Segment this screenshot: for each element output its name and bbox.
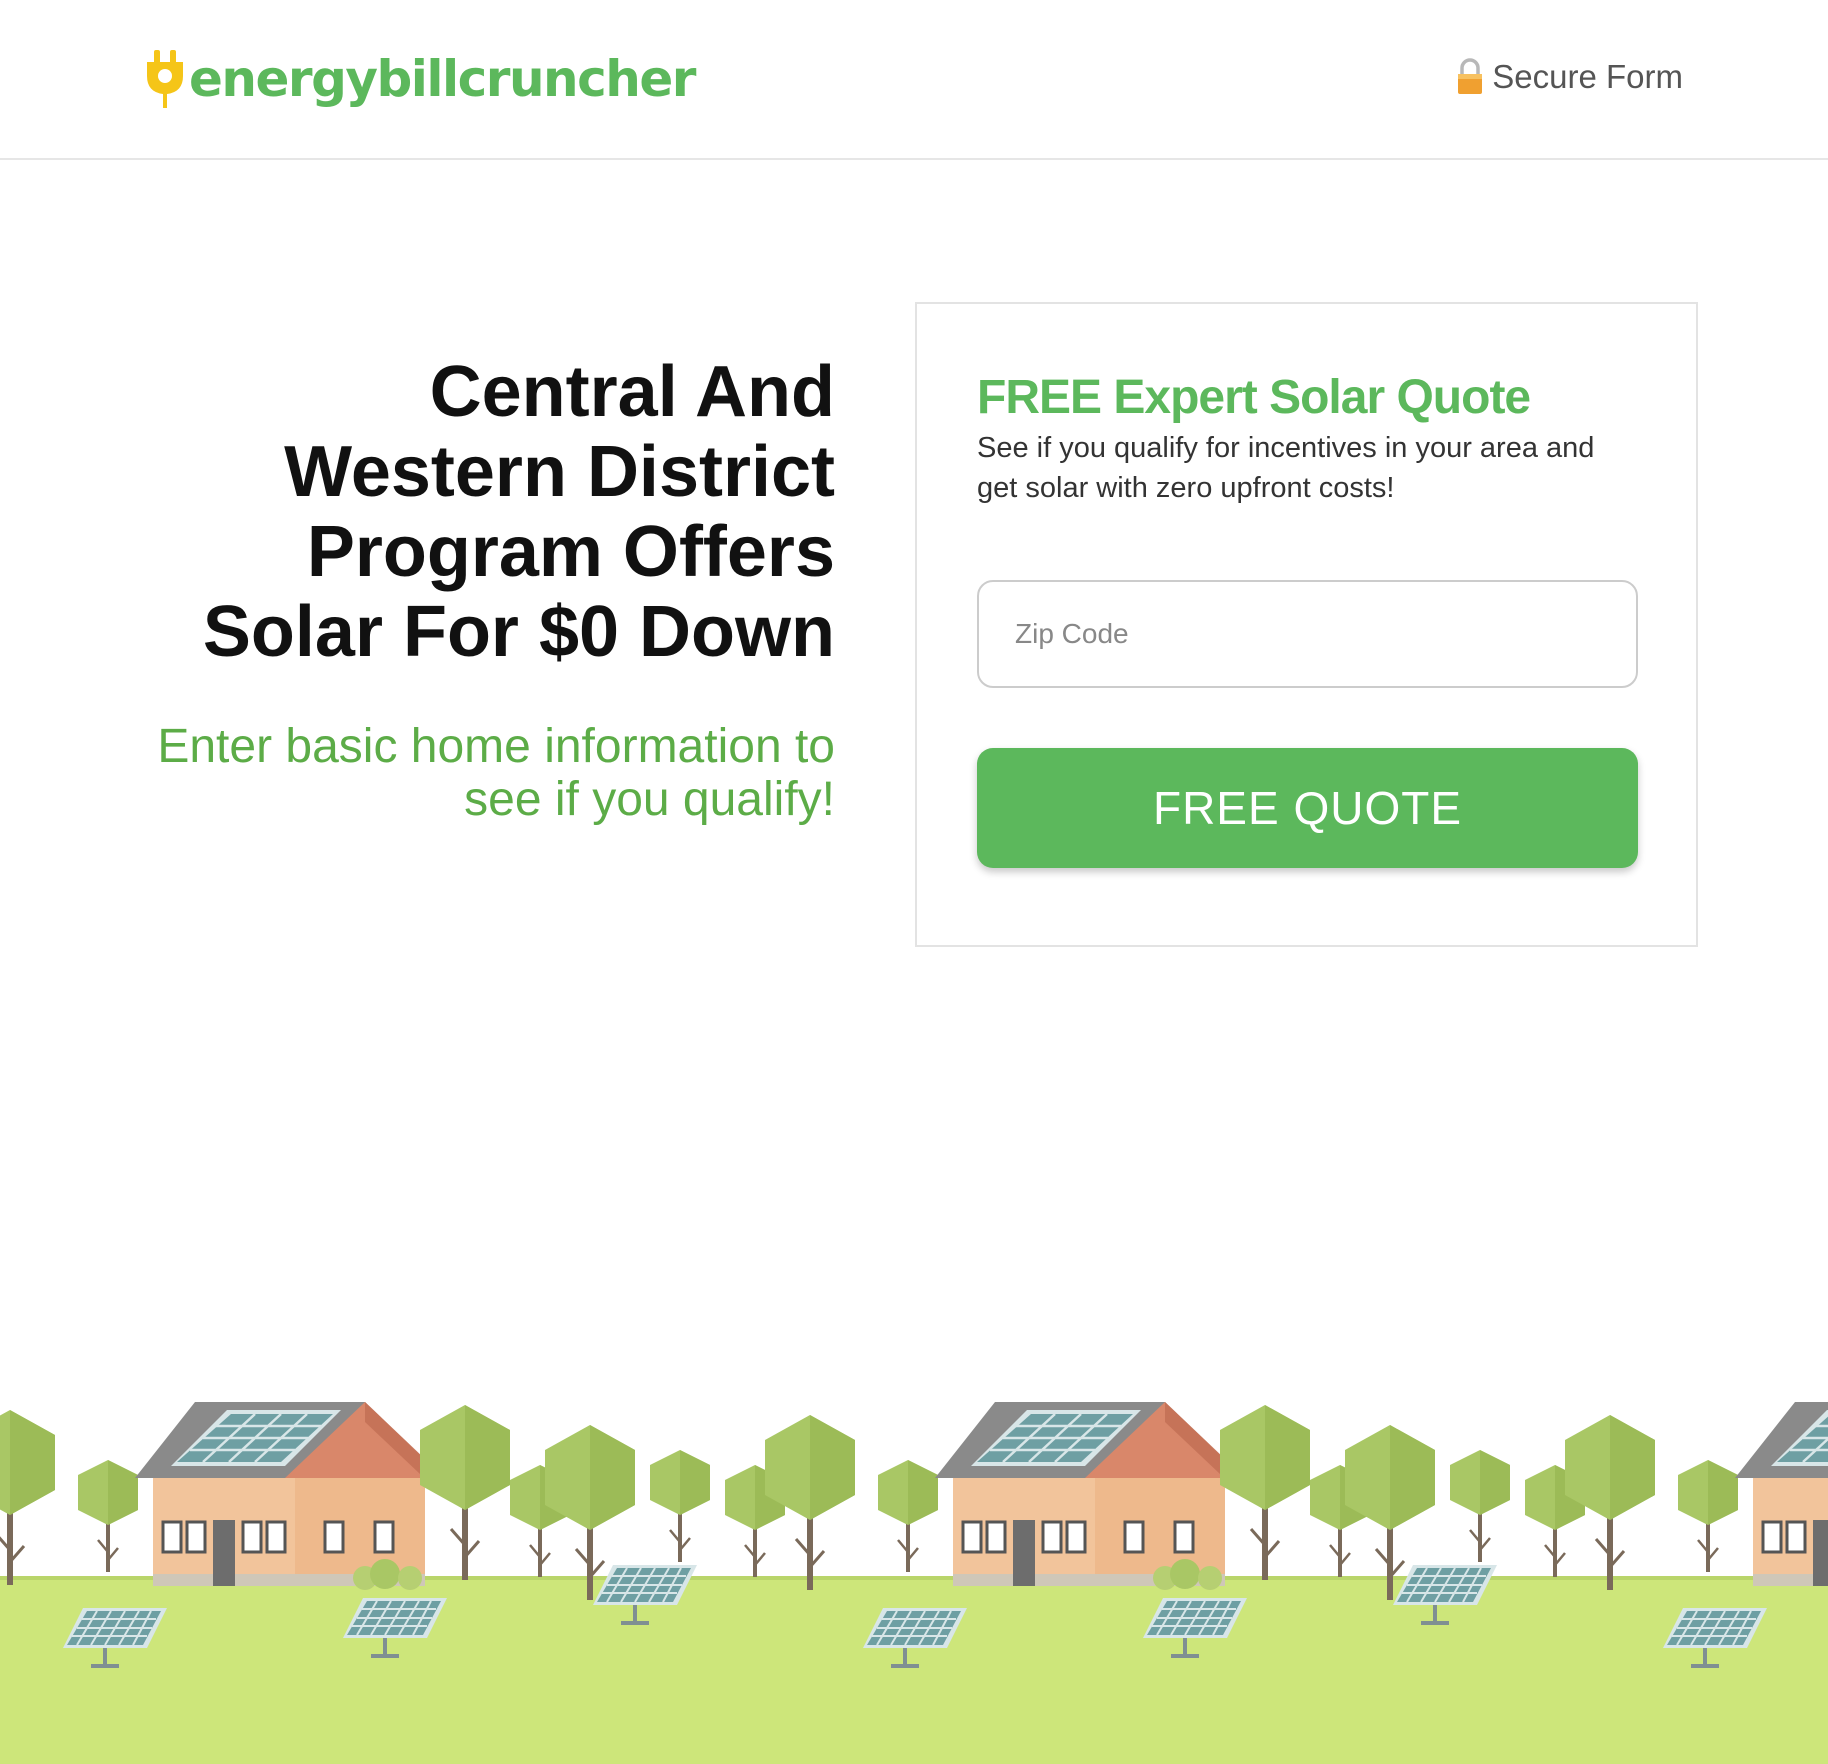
site-header: energybillcruncher Secure Form [0,0,1828,160]
plug-icon [147,50,183,108]
secure-form-label: Secure Form [1492,58,1683,95]
secure-form-indicator: Secure Form [1456,58,1683,96]
lock-icon [1458,58,1483,94]
free-quote-button[interactable]: FREE QUOTE [977,748,1638,868]
solar-neighborhood-illustration [0,1390,1828,1764]
form-description: See if you qualify for incentives in you… [977,432,1595,504]
form-title: FREE Expert Solar Quote [977,371,1531,424]
quote-form-card: FREE Expert Solar Quote See if you quali… [915,302,1698,947]
page-headline: Central And Western District Program Off… [202,352,835,672]
brand-name: energybillcruncher [189,50,696,108]
page-subheadline: Enter basic home information to see if y… [157,720,835,826]
scenery-svg [0,1400,1828,1764]
zip-code-input[interactable] [977,580,1638,688]
brand-logo[interactable]: energybillcruncher [145,44,696,114]
